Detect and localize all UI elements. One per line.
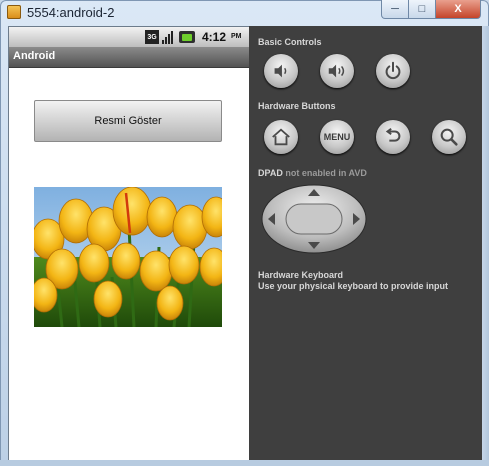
battery-icon (179, 31, 195, 43)
status-icons: 3G (145, 30, 195, 44)
tulip-image (34, 187, 222, 327)
app-title-bar: Android (9, 47, 249, 68)
dpad-control[interactable] (261, 184, 367, 254)
tulip-photo-icon (34, 187, 222, 327)
volume-down-icon (274, 64, 287, 78)
keyboard-info: Hardware Keyboard Use your physical keyb… (258, 270, 448, 292)
maximize-button[interactable]: □ (409, 0, 436, 19)
window-frame-bottom (0, 460, 489, 466)
back-button[interactable] (376, 120, 410, 154)
search-button[interactable] (432, 120, 466, 154)
device-screen: 3G 4:12 PM Android Resmi Göster (8, 26, 250, 462)
app-icon (7, 5, 21, 19)
volume-down-button[interactable] (264, 54, 298, 88)
keyboard-note: Use your physical keyboard to provide in… (258, 281, 449, 291)
search-icon (440, 128, 458, 146)
window-frame-right (482, 26, 489, 460)
menu-button[interactable]: MENU (320, 120, 354, 154)
controls-panel: Basic Controls Hardware Buttons MENU DPA… (249, 26, 482, 460)
menu-label: MENU (323, 132, 351, 142)
clock-ampm: PM (231, 33, 242, 40)
home-icon (272, 128, 290, 146)
minimize-button[interactable]: ─ (381, 0, 409, 19)
dpad-title: DPAD (258, 168, 283, 178)
hardware-buttons-label: Hardware Buttons (258, 101, 336, 111)
signal-icon (162, 30, 176, 44)
power-icon (385, 61, 401, 80)
window-controls: ─ □ X (381, 0, 481, 19)
power-button[interactable] (376, 54, 410, 88)
dpad-label: DPAD not enabled in AVD (258, 168, 367, 178)
basic-controls-label: Basic Controls (258, 37, 322, 47)
clock-time: 4:12 (202, 30, 227, 44)
dpad-icon (261, 184, 367, 254)
volume-up-icon (328, 64, 345, 78)
keyboard-title: Hardware Keyboard (258, 270, 344, 280)
title-bar[interactable]: 5554:android-2 ─ □ X (0, 0, 489, 26)
app-title: Android (13, 50, 56, 62)
show-image-button[interactable]: Resmi Göster (34, 100, 222, 142)
close-button[interactable]: X (436, 0, 481, 19)
dpad-note: not enabled in AVD (285, 168, 367, 178)
status-bar: 3G 4:12 PM (9, 27, 249, 48)
window-title: 5554:android-2 (27, 5, 115, 20)
back-icon (385, 127, 401, 142)
volume-up-button[interactable] (320, 54, 354, 88)
home-button[interactable] (264, 120, 298, 154)
3g-icon: 3G (145, 30, 159, 44)
emulator-window: 5554:android-2 ─ □ X 3G 4:12 PM Android … (0, 0, 489, 466)
